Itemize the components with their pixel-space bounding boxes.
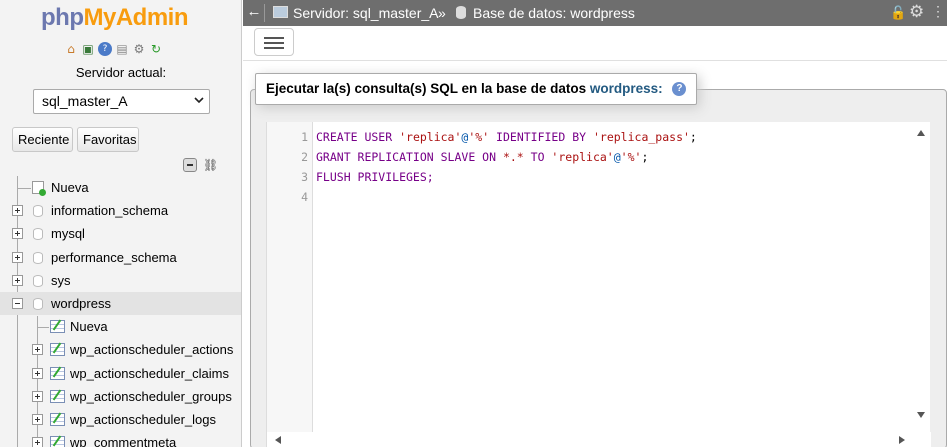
- line-number-gutter: 1 2 3 4: [267, 122, 313, 432]
- server-select[interactable]: sql_master_A: [33, 89, 210, 114]
- breadcrumb-database-link[interactable]: Base de datos: wordpress: [473, 5, 635, 21]
- tree-item-performance-schema[interactable]: performance_schema: [0, 246, 241, 269]
- tree-item-wp-actionscheduler-groups[interactable]: wp_actionscheduler_groups: [0, 385, 241, 408]
- tree-item-label: wp_actionscheduler_groups: [70, 388, 232, 404]
- divider: [264, 4, 265, 22]
- table-icon: [50, 436, 65, 447]
- database-icon: [33, 297, 43, 310]
- recent-button[interactable]: Reciente: [12, 127, 73, 152]
- tree-item-label: mysql: [51, 226, 85, 242]
- new-table-icon: [50, 320, 65, 334]
- tree-item-wp-actionscheduler-actions[interactable]: wp_actionscheduler_actions: [0, 338, 241, 361]
- tree-item-wp-actionscheduler-claims[interactable]: wp_actionscheduler_claims: [0, 362, 241, 385]
- scroll-right-icon[interactable]: [899, 436, 905, 444]
- line-number: 4: [301, 190, 308, 204]
- tree-item-label: wp_commentmeta: [70, 435, 177, 447]
- docs-icon[interactable]: ?: [98, 42, 112, 56]
- tree-item-label: wp_actionscheduler_claims: [70, 365, 229, 381]
- code-line[interactable]: FLUSH PRIVILEGES;: [316, 170, 434, 184]
- breadcrumb-separator: »: [438, 5, 446, 21]
- scroll-down-icon[interactable]: [917, 412, 925, 418]
- database-icon: [33, 251, 43, 264]
- code-line[interactable]: GRANT REPLICATION SLAVE ON *.* TO 'repli…: [316, 150, 648, 164]
- table-icon: [50, 389, 65, 403]
- database-icon: [33, 205, 43, 218]
- tree-item-label: wp_actionscheduler_logs: [70, 411, 216, 427]
- settings-icon[interactable]: ⚙: [132, 42, 146, 56]
- database-icon: [456, 6, 466, 19]
- navigation-panel: phpMyAdmin ⌂ ▣ ? ▤ ⚙ ↻ Servidor actual: …: [0, 0, 242, 447]
- collapse-all-icon[interactable]: [183, 158, 197, 172]
- database-icon: [33, 228, 43, 241]
- gear-icon[interactable]: ⚙: [909, 3, 927, 21]
- database-tree: Nueva information_schema mysql performan…: [0, 176, 241, 447]
- tree-item-label: wp_actionscheduler_actions: [70, 342, 234, 358]
- expand-icon[interactable]: [12, 251, 23, 263]
- code-line[interactable]: CREATE USER 'replica'@'%' IDENTIFIED BY …: [316, 130, 697, 144]
- table-icon: [50, 366, 65, 380]
- expand-icon[interactable]: [32, 413, 43, 425]
- tree-item-label: Nueva: [51, 180, 89, 195]
- tree-item-wp-commentmeta[interactable]: wp_commentmeta: [0, 431, 241, 447]
- tree-item-sys[interactable]: sys: [0, 269, 241, 292]
- vertical-scrollbar[interactable]: [913, 122, 930, 432]
- new-icon: [32, 181, 46, 196]
- tree-item-mysql[interactable]: mysql: [0, 222, 241, 245]
- tree-item-label: Nueva: [70, 319, 108, 335]
- line-number: 3: [301, 170, 308, 184]
- expand-icon[interactable]: [32, 344, 43, 356]
- tree-item-information-schema[interactable]: information_schema: [0, 199, 241, 222]
- help-icon[interactable]: ?: [672, 82, 687, 97]
- table-icon: [50, 412, 65, 426]
- expand-icon[interactable]: [12, 205, 23, 217]
- server-label: Servidor actual:: [75, 65, 167, 80]
- expand-icon[interactable]: [32, 367, 43, 379]
- sql-docs-icon[interactable]: ▤: [115, 42, 129, 56]
- menu-bar: [243, 26, 947, 61]
- tree-item-new-database[interactable]: Nueva: [0, 176, 241, 199]
- home-icon[interactable]: ⌂: [64, 42, 78, 56]
- scroll-left-icon[interactable]: [275, 436, 281, 444]
- favorites-button[interactable]: Favoritas: [77, 127, 139, 152]
- legend-text: Ejecutar la(s) consulta(s) SQL en la bas…: [266, 81, 587, 96]
- sql-editor[interactable]: 1 2 3 4 CREATE USER 'replica'@'%' IDENTI…: [266, 122, 931, 447]
- menu-toggle-button[interactable]: [254, 28, 294, 56]
- link-with-main-panel-icon[interactable]: ⛓: [203, 158, 218, 172]
- tree-item-label: performance_schema: [51, 249, 177, 265]
- lock-icon[interactable]: 🔓: [890, 5, 906, 20]
- server-select-value: sql_master_A: [42, 93, 128, 109]
- exit-icon[interactable]: ▣: [81, 42, 95, 56]
- expand-icon[interactable]: [12, 228, 23, 240]
- database-icon: [33, 274, 43, 287]
- more-icon[interactable]: ⋮: [931, 3, 947, 21]
- expand-icon[interactable]: [32, 437, 43, 447]
- hamburger-icon: [264, 37, 284, 39]
- server-icon: [273, 6, 288, 18]
- collapse-icon[interactable]: [12, 297, 23, 309]
- line-number: 2: [301, 150, 308, 164]
- legend-database: wordpress:: [589, 81, 663, 96]
- tree-item-new-table[interactable]: Nueva: [0, 315, 241, 338]
- expand-icon[interactable]: [12, 274, 23, 286]
- line-number: 1: [301, 130, 308, 144]
- phpmyadmin-logo[interactable]: phpMyAdmin: [41, 4, 188, 32]
- horizontal-scrollbar[interactable]: [267, 432, 931, 447]
- tree-item-wordpress[interactable]: wordpress: [0, 291, 241, 316]
- collapse-navigation-icon[interactable]: ←: [245, 3, 263, 21]
- breadcrumb-server-link[interactable]: Servidor: sql_master_A: [293, 5, 439, 21]
- reload-icon[interactable]: ↻: [149, 42, 163, 56]
- sql-query-legend: Ejecutar la(s) consulta(s) SQL en la bas…: [255, 73, 698, 105]
- breadcrumb-bar: ← Servidor: sql_master_A » Base de datos…: [243, 0, 947, 26]
- chevron-down-icon: [194, 97, 204, 104]
- expand-icon[interactable]: [32, 390, 43, 402]
- table-icon: [50, 343, 65, 357]
- scroll-up-icon[interactable]: [917, 130, 925, 136]
- tree-item-wp-actionscheduler-logs[interactable]: wp_actionscheduler_logs: [0, 408, 241, 431]
- tree-item-label: sys: [51, 272, 71, 288]
- tree-item-label: wordpress: [51, 295, 111, 311]
- tree-item-label: information_schema: [51, 203, 169, 219]
- quick-links: ⌂ ▣ ? ▤ ⚙ ↻: [64, 42, 163, 56]
